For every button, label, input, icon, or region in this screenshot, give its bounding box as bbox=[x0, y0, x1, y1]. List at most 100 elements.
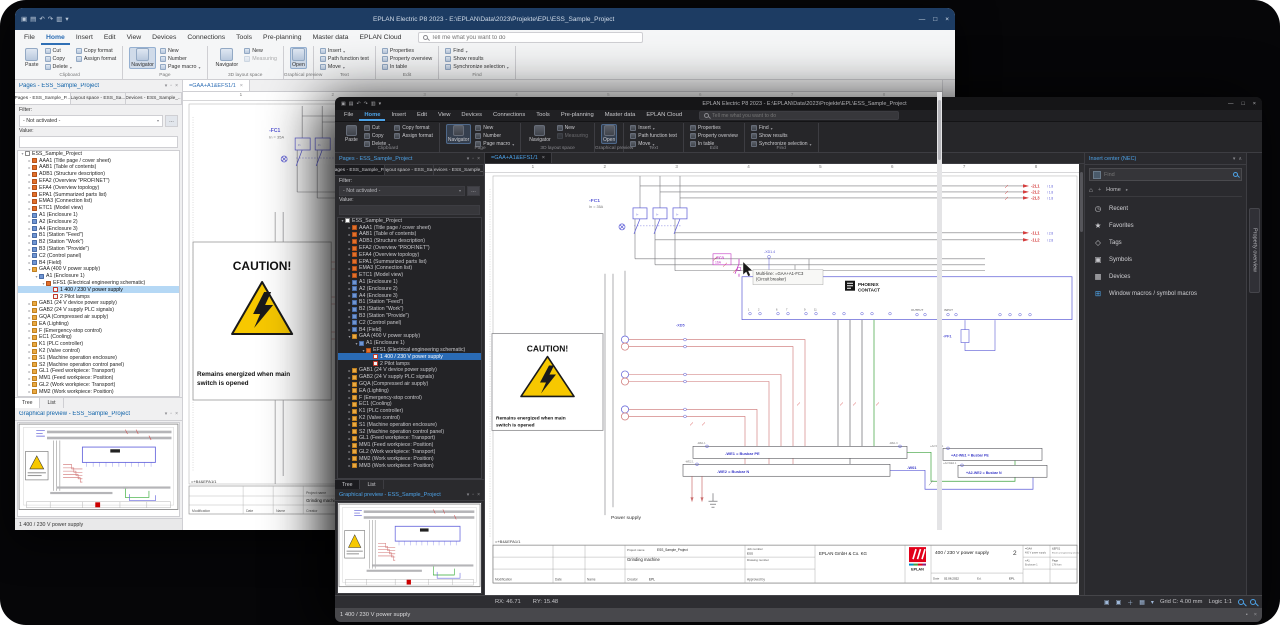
tree-item[interactable]: EFA4 (Overview topology) bbox=[18, 184, 179, 191]
tree-item[interactable]: ADB1 (Structure description) bbox=[18, 171, 179, 178]
insert-center-item[interactable]: Devices bbox=[1085, 268, 1246, 285]
ribbon-tab[interactable]: View bbox=[122, 31, 147, 45]
in-table-button[interactable]: In table bbox=[382, 64, 432, 70]
ribbon-tab[interactable]: Connections bbox=[182, 31, 230, 45]
filter-combo[interactable]: - Not activated -▾ bbox=[339, 186, 465, 196]
ribbon-tab[interactable]: Tools bbox=[231, 31, 257, 45]
tree-item[interactable]: EA (Lighting) bbox=[18, 320, 179, 327]
ribbon-tab[interactable]: Insert bbox=[71, 31, 98, 45]
insert-center-item[interactable]: Favorites bbox=[1085, 217, 1246, 234]
zoom-out-icon[interactable] bbox=[1250, 599, 1256, 605]
navigator-tab[interactable]: Layout space - ESS_Sa... bbox=[385, 165, 435, 175]
pf1-resistor[interactable]: -PF1 bbox=[943, 320, 995, 350]
filter-combo[interactable]: - Not activated -▾ bbox=[19, 115, 163, 127]
minimize-button[interactable] bbox=[1228, 101, 1234, 107]
preview-open-button[interactable]: Open bbox=[290, 47, 307, 69]
close-button[interactable] bbox=[1253, 101, 1256, 107]
tree-item[interactable]: EFA2 (Overview "PROFINET") bbox=[18, 178, 179, 185]
panel-close-icon[interactable] bbox=[477, 156, 480, 162]
tree-item[interactable]: S1 (Machine operation enclosure) bbox=[338, 421, 481, 428]
tree-item[interactable]: A1 (Enclosure 1) bbox=[338, 340, 481, 347]
tree-item[interactable]: B3 (Station "Provide") bbox=[338, 313, 481, 320]
tree-item[interactable]: K2 (Valve control) bbox=[18, 348, 179, 355]
text-insert-button[interactable]: Insert▾ bbox=[320, 48, 369, 54]
copy-format-button[interactable]: Copy format bbox=[76, 48, 116, 54]
insert-center-item[interactable]: Window macros / symbol macros bbox=[1085, 285, 1246, 302]
tree-item[interactable]: GL2 (Work workpiece: Transport) bbox=[18, 382, 179, 389]
tree-item[interactable]: GQA (Compressed air supply) bbox=[338, 381, 481, 388]
tree-item[interactable]: K2 (Valve control) bbox=[338, 415, 481, 422]
insert-center-search[interactable] bbox=[1089, 168, 1242, 181]
insert-center-item[interactable]: Tags bbox=[1085, 234, 1246, 251]
tree-item[interactable]: A1 (Enclosure 1) bbox=[18, 273, 179, 280]
tree-item[interactable]: S1 (Machine operation enclosure) bbox=[18, 354, 179, 361]
tree-item[interactable]: EFA4 (Overview topology) bbox=[338, 251, 481, 258]
ribbon-tab[interactable]: File bbox=[19, 31, 40, 45]
tree-item[interactable]: GL1 (Feed workpiece: Transport) bbox=[338, 435, 481, 442]
schematic-canvas[interactable]: 12345678 -FC1 bbox=[485, 164, 1084, 595]
page-new-button[interactable]: New bbox=[475, 125, 514, 131]
property-overview-button[interactable]: Property overview bbox=[690, 133, 738, 139]
panel-close-icon[interactable] bbox=[175, 411, 178, 417]
cut-button[interactable]: Cut bbox=[364, 125, 390, 131]
panel-menu-icon[interactable] bbox=[165, 411, 168, 417]
panel-menu-icon[interactable] bbox=[467, 492, 470, 498]
graphical-preview-canvas[interactable] bbox=[337, 502, 482, 594]
qat-icon[interactable] bbox=[56, 15, 62, 23]
3d-new-button[interactable]: New bbox=[244, 48, 277, 54]
path-function-text-button[interactable]: Path function text bbox=[320, 56, 369, 62]
qat-dropdown-icon[interactable] bbox=[65, 15, 68, 23]
property-overview-collapsed-tab[interactable]: Property overview bbox=[1249, 208, 1260, 293]
tell-me-search-input[interactable] bbox=[712, 113, 894, 119]
tree-item[interactable]: B3 (Station "Provide") bbox=[18, 246, 179, 253]
ribbon-tab[interactable]: Pre-planning bbox=[258, 31, 307, 45]
tree-item[interactable]: EPA1 (Summarized parts list) bbox=[338, 258, 481, 265]
tree-item[interactable]: MM2 (Work workpiece: Position) bbox=[18, 388, 179, 395]
panel-pin-icon[interactable] bbox=[472, 156, 474, 162]
tab-tree[interactable]: Tree bbox=[15, 398, 40, 408]
3d-navigator-button[interactable]: Navigator bbox=[527, 124, 552, 144]
tree-item[interactable]: GAA (400 V power supply) bbox=[18, 266, 179, 273]
ribbon-tab[interactable]: Devices bbox=[456, 110, 487, 121]
tab-tree[interactable]: Tree bbox=[335, 480, 360, 489]
tree-item[interactable]: EFS1 (Electrical engineering schematic) bbox=[18, 280, 179, 287]
panel-close-icon[interactable] bbox=[175, 83, 178, 89]
tree-item[interactable]: A1 (Enclosure 1) bbox=[18, 212, 179, 219]
tree-item[interactable]: S2 (Machine operation control panel) bbox=[18, 361, 179, 368]
tree-item[interactable]: EA (Lighting) bbox=[338, 387, 481, 394]
fc1-main-switch[interactable]: -FC1 In = 35A I> I> I> bbox=[589, 198, 687, 234]
3d-new-button[interactable]: New bbox=[557, 125, 588, 131]
tree-item[interactable]: MM3 (Work workpiece: Position) bbox=[338, 462, 481, 469]
qat-icon[interactable] bbox=[371, 101, 376, 107]
tell-me-search-input[interactable] bbox=[431, 35, 638, 41]
text-insert-button[interactable]: Insert▾ bbox=[630, 125, 677, 131]
tab-close-icon[interactable]: × bbox=[542, 155, 545, 161]
tree-item[interactable]: F (Emergency-stop control) bbox=[18, 327, 179, 334]
tree-item[interactable]: AAA1 (Title page / cover sheet) bbox=[18, 157, 179, 164]
tree-item[interactable]: GAB1 (24 V device power supply) bbox=[338, 367, 481, 374]
tree-item[interactable]: EMA3 (Connection list) bbox=[18, 198, 179, 205]
insert-center-item[interactable]: Recent bbox=[1085, 200, 1246, 217]
tree-item[interactable]: AAB1 (Table of contents) bbox=[338, 231, 481, 238]
show-results-button[interactable]: Show results bbox=[445, 56, 509, 62]
ribbon-tab[interactable]: Master data bbox=[600, 110, 641, 121]
tree-item[interactable]: B1 (Station "Feed") bbox=[338, 299, 481, 306]
grid-dropdown-icon[interactable] bbox=[1151, 599, 1154, 606]
page-navigator-button[interactable]: Navigator bbox=[129, 47, 156, 69]
tree-item[interactable]: AAB1 (Table of contents) bbox=[18, 164, 179, 171]
qat-dropdown-icon[interactable] bbox=[379, 101, 382, 107]
panel-menu-icon[interactable] bbox=[467, 156, 470, 162]
move-button[interactable]: Move▾ bbox=[320, 64, 369, 70]
tree-item[interactable]: C2 (Control panel) bbox=[18, 252, 179, 259]
tree-item[interactable]: 1 400 / 230 V power supply bbox=[18, 286, 179, 293]
page-new-button[interactable]: New bbox=[160, 48, 201, 54]
tree-item[interactable]: 2 Pilot lamps bbox=[18, 293, 179, 300]
grid-plus-icon[interactable] bbox=[1127, 598, 1133, 607]
ribbon-tab[interactable]: Connections bbox=[488, 110, 530, 121]
properties-button[interactable]: Properties bbox=[382, 48, 432, 54]
editor-tab[interactable]: =GAA+A1&EFS1/1× bbox=[485, 153, 552, 163]
tree-item[interactable]: F (Emergency-stop control) bbox=[338, 394, 481, 401]
find-button[interactable]: Find▾ bbox=[751, 125, 812, 131]
panel-pin-icon[interactable] bbox=[472, 492, 474, 498]
tree-item[interactable]: EMA3 (Connection list) bbox=[338, 265, 481, 272]
